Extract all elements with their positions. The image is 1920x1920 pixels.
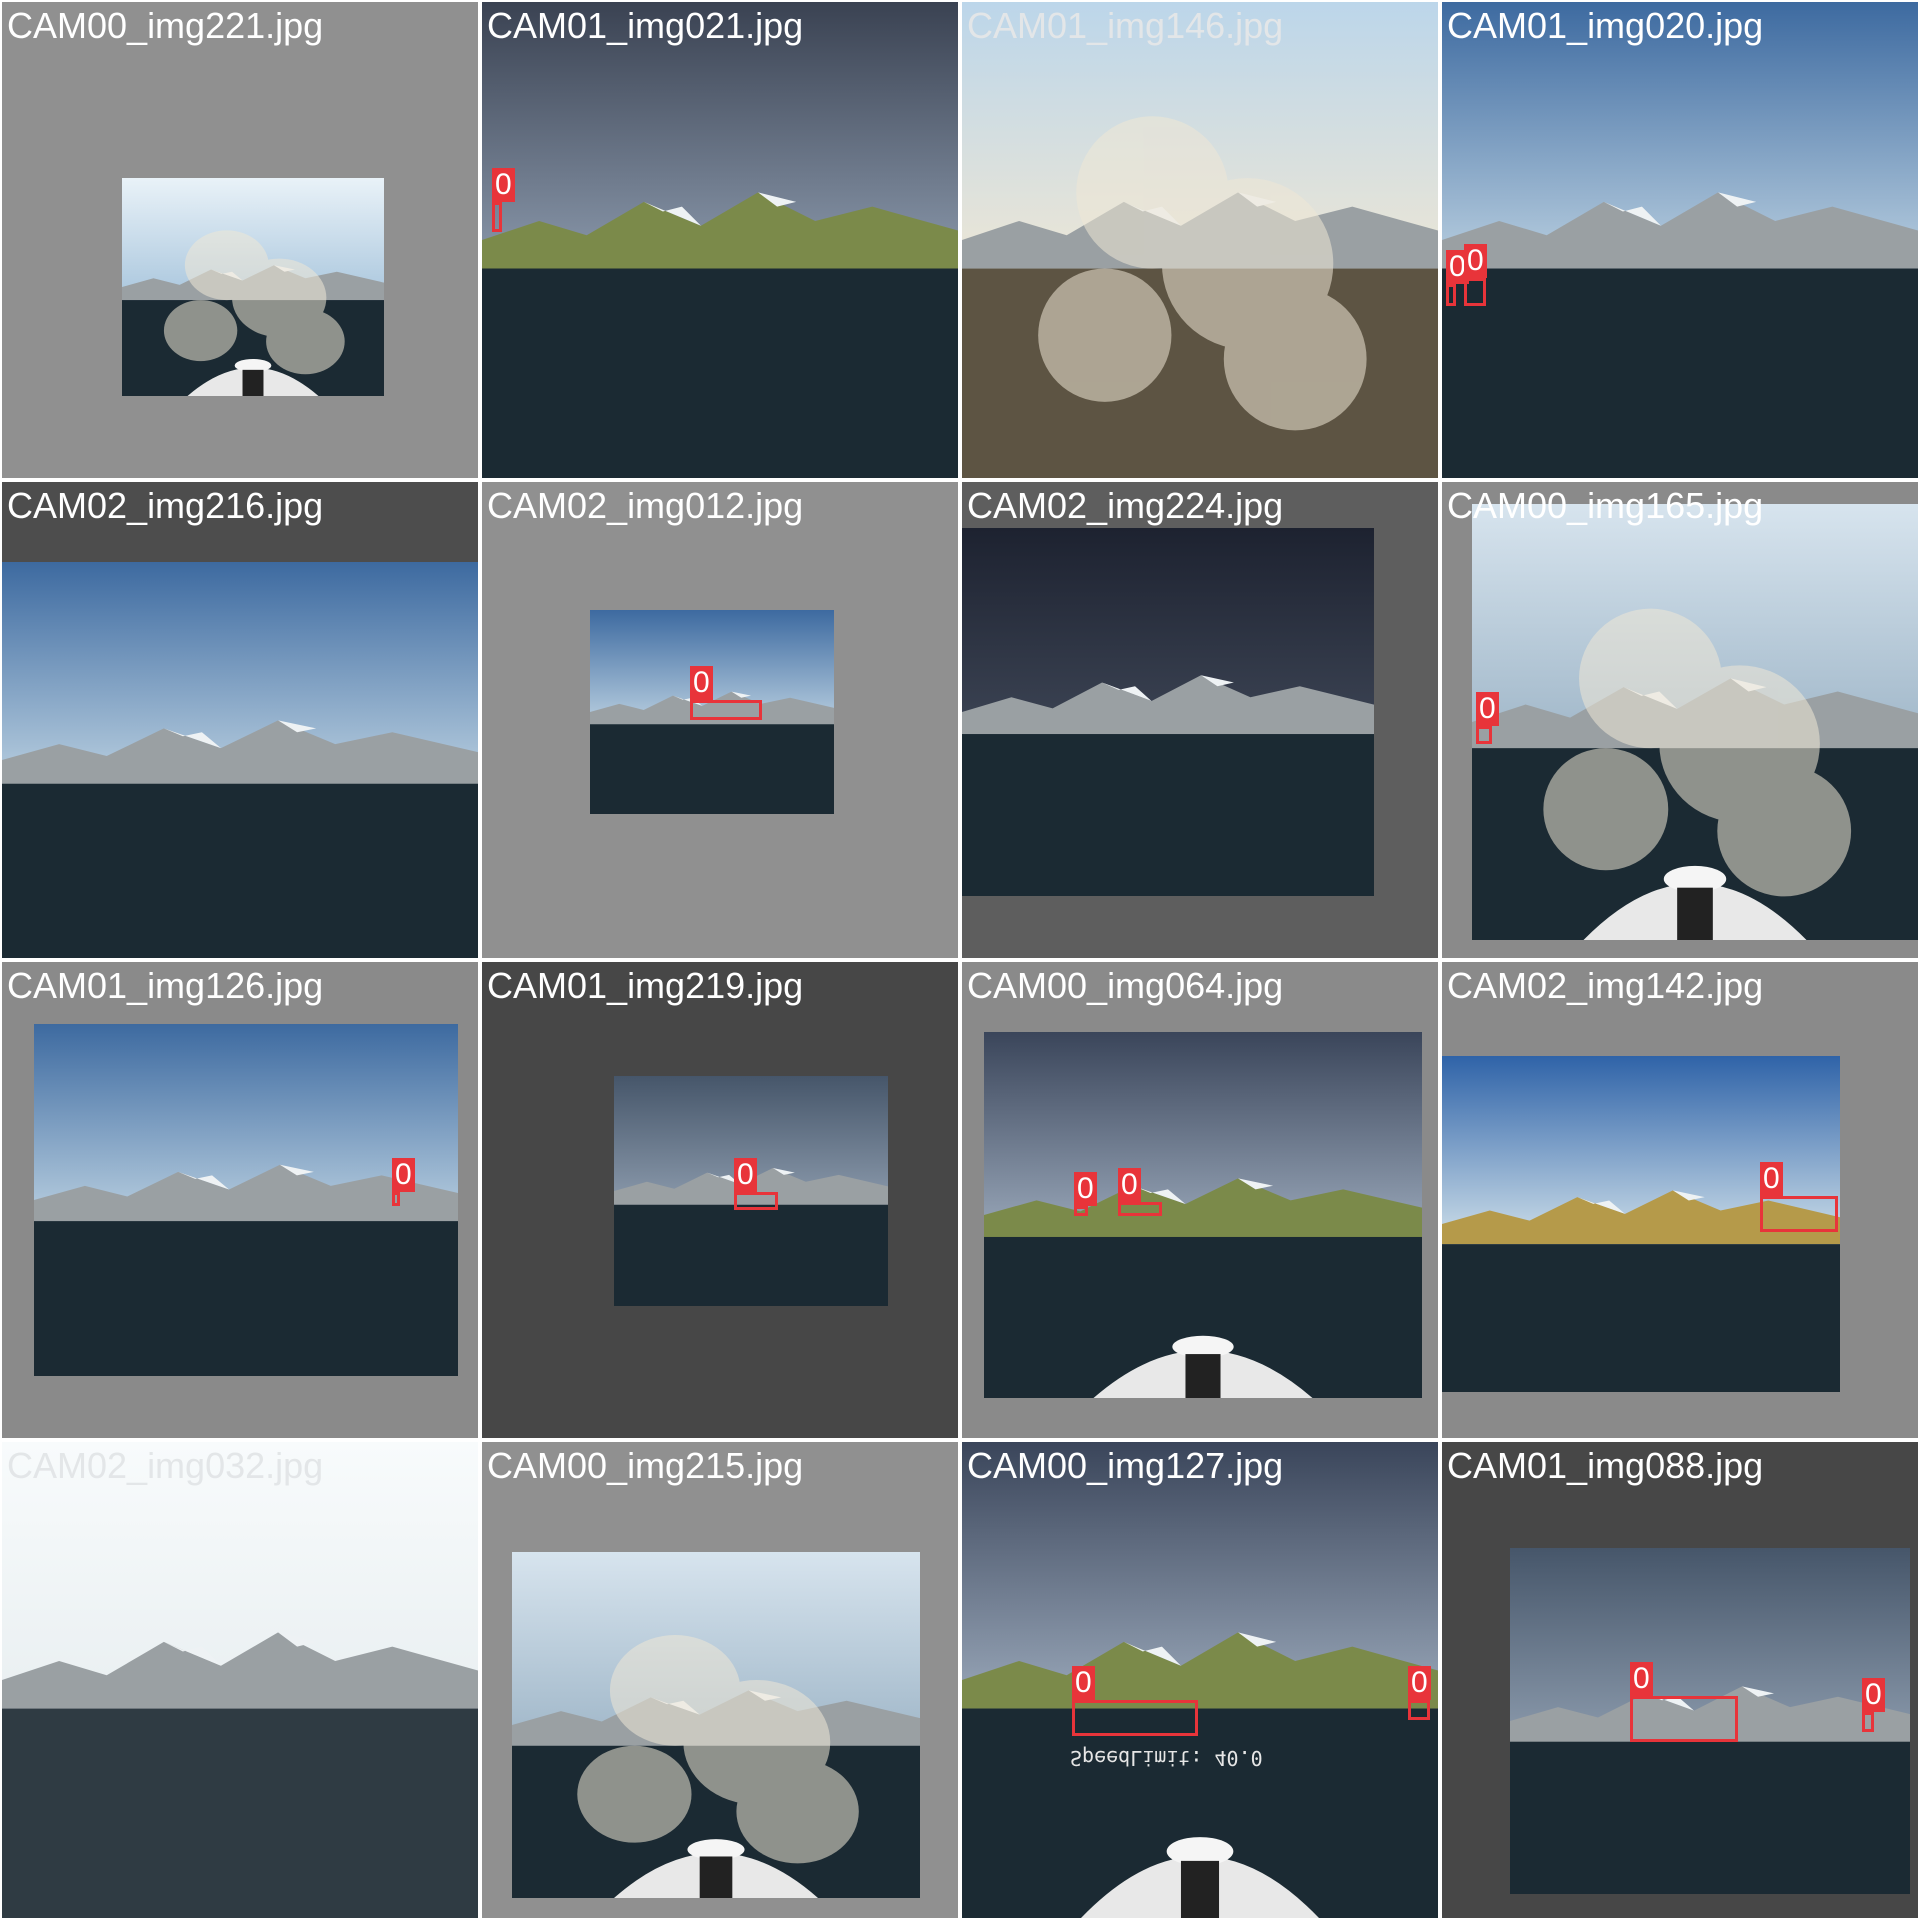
detection-box (1760, 1196, 1838, 1232)
filename-caption: CAM02_img032.jpg (7, 1445, 324, 1486)
image-tile: CAM00_img215.jpg (482, 1442, 958, 1918)
detection-box (734, 1192, 778, 1210)
scene-image (512, 1552, 920, 1898)
detection-box (1630, 1696, 1738, 1742)
scene-image (962, 1442, 1438, 1918)
image-tile: CAM00_img064.jpg 0 0 (962, 962, 1438, 1438)
scene-image (962, 2, 1438, 478)
detection-class-label: 0 (492, 168, 515, 202)
image-tile: CAM00_img127.jpg 0 0 SpeedLimit: 40.0 (962, 1442, 1438, 1918)
filename-caption: CAM00_img165.jpg (1447, 485, 1764, 526)
image-tile: CAM01_img219.jpg 0 (482, 962, 958, 1438)
scene-image (482, 2, 958, 478)
detection-box (1862, 1712, 1874, 1732)
scene-image (122, 178, 384, 396)
filename-caption: CAM01_img088.jpg (1447, 1445, 1764, 1486)
detection-box (392, 1192, 400, 1206)
detection-class-label: 0 (1464, 244, 1487, 278)
filename-caption: CAM01_img020.jpg (1447, 5, 1764, 46)
scene-image (984, 1032, 1422, 1398)
scene-image (1442, 2, 1918, 478)
image-tile: CAM02_img216.jpg (2, 482, 478, 958)
detection-class-label: 0 (1074, 1172, 1097, 1206)
detection-box (1074, 1206, 1088, 1216)
filename-caption: CAM01_img021.jpg (487, 5, 804, 46)
detection-class-label: 0 (1862, 1678, 1885, 1712)
detection-box (1118, 1202, 1162, 1216)
filename-caption: CAM02_img216.jpg (7, 485, 324, 526)
image-tile: CAM01_img126.jpg 0 (2, 962, 478, 1438)
image-tile: CAM01_img146.jpg (962, 2, 1438, 478)
image-tile: CAM00_img221.jpg (2, 2, 478, 478)
hud-speed-text: SpeedLimit: 40.0 (1070, 1746, 1263, 1770)
image-tile: CAM01_img088.jpg 0 0 (1442, 1442, 1918, 1918)
image-tile: CAM00_img165.jpg 0 (1442, 482, 1918, 958)
detection-class-label: 0 (734, 1158, 757, 1192)
detection-class-label: 0 (690, 666, 713, 700)
scene-image (962, 528, 1374, 896)
detection-class-label: 0 (1760, 1162, 1783, 1196)
filename-caption: CAM01_img219.jpg (487, 965, 804, 1006)
image-grid: CAM00_img221.jpg CAM01_img021.jpg 0 CAM01_i… (0, 0, 1920, 1920)
filename-caption: CAM02_img142.jpg (1447, 965, 1764, 1006)
scene-image (2, 1442, 478, 1918)
image-tile: CAM02_img032.jpg (2, 1442, 478, 1918)
filename-caption: CAM00_img215.jpg (487, 1445, 804, 1486)
detection-box (1464, 278, 1486, 306)
filename-caption: CAM02_img224.jpg (967, 485, 1284, 526)
filename-caption: CAM01_img146.jpg (967, 5, 1284, 46)
filename-caption: CAM01_img126.jpg (7, 965, 324, 1006)
detection-box (690, 700, 762, 720)
detection-class-label: 0 (1630, 1662, 1653, 1696)
image-tile: CAM01_img021.jpg 0 (482, 2, 958, 478)
detection-box (1476, 726, 1492, 744)
detection-class-label: 0 (1476, 692, 1499, 726)
filename-caption: CAM00_img064.jpg (967, 965, 1284, 1006)
image-tile: CAM01_img020.jpg 0 0 (1442, 2, 1918, 478)
image-tile: CAM02_img142.jpg 0 (1442, 962, 1918, 1438)
image-tile: CAM02_img224.jpg (962, 482, 1438, 958)
detection-class-label: 0 (1072, 1666, 1095, 1700)
filename-caption: CAM02_img012.jpg (487, 485, 804, 526)
scene-image (1472, 504, 1918, 940)
scene-image (2, 562, 478, 958)
filename-caption: CAM00_img127.jpg (967, 1445, 1284, 1486)
detection-box (1072, 1700, 1198, 1736)
detection-class-label: 0 (392, 1158, 415, 1192)
detection-box (1408, 1700, 1430, 1720)
detection-class-label: 0 (1408, 1666, 1431, 1700)
detection-box (1446, 284, 1456, 306)
detection-class-label: 0 (1118, 1168, 1141, 1202)
image-tile: CAM02_img012.jpg 0 (482, 482, 958, 958)
detection-box (492, 202, 502, 232)
filename-caption: CAM00_img221.jpg (7, 5, 324, 46)
